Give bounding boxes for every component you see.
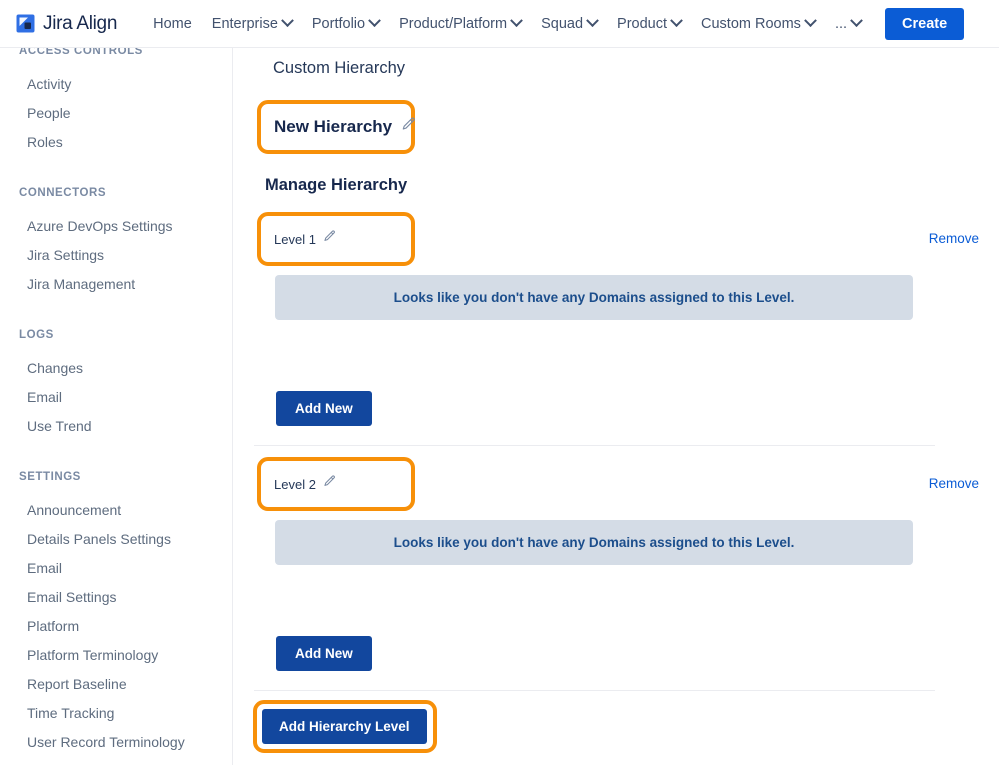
sidebar-item-email-log[interactable]: Email <box>0 383 232 412</box>
hierarchy-level-row: Level 1 Remove <box>234 212 999 266</box>
chevron-down-icon <box>670 14 683 28</box>
sidebar-item-people[interactable]: People <box>0 99 232 128</box>
sidebar-item-email-settings[interactable]: Email Settings <box>0 583 232 612</box>
nav-item-home[interactable]: Home <box>143 10 202 38</box>
section-divider <box>254 690 935 691</box>
nav-item-portfolio[interactable]: Portfolio <box>302 10 389 38</box>
chevron-down-icon <box>804 14 817 28</box>
level-name-field-1[interactable]: Level 1 <box>257 212 415 266</box>
hierarchy-name-field[interactable]: New Hierarchy <box>257 100 415 154</box>
custom-hierarchy-page: Custom Hierarchy New Hierarchy Manage Hi… <box>234 48 999 765</box>
sidebar-group-settings: SETTINGS <box>19 471 81 483</box>
add-hierarchy-level-highlight: Add Hierarchy Level <box>253 700 999 753</box>
sidebar-item-user-record-terminology[interactable]: User Record Terminology <box>0 728 232 757</box>
pencil-icon[interactable] <box>401 117 416 137</box>
top-navigation-bar: Jira Align Home Enterprise Portfolio Pro… <box>0 0 999 48</box>
sidebar-item-time-tracking[interactable]: Time Tracking <box>0 699 232 728</box>
remove-level-link-1[interactable]: Remove <box>929 231 979 246</box>
create-button[interactable]: Create <box>885 7 965 40</box>
nav-item-label: ... <box>834 15 848 32</box>
sidebar-group-connectors: CONNECTORS <box>19 187 107 199</box>
add-new-domain-button-2[interactable]: Add New <box>276 636 372 671</box>
sidebar-item-platform-terminology[interactable]: Platform Terminology <box>0 641 232 670</box>
pencil-icon[interactable] <box>323 475 336 493</box>
chevron-down-icon <box>586 14 599 28</box>
add-hierarchy-level-button[interactable]: Add Hierarchy Level <box>262 709 427 744</box>
level-name-label: Level 2 <box>274 476 316 492</box>
nav-item-label: Product <box>617 15 668 32</box>
sidebar-group-access-controls: ACCESS CONTROLS <box>19 48 143 57</box>
empty-domains-message-1: Looks like you don't have any Domains as… <box>275 275 913 320</box>
nav-item-label: Product/Platform <box>399 15 508 32</box>
brand-logo[interactable]: Jira Align <box>16 13 117 35</box>
nav-item-custom-rooms[interactable]: Custom Rooms <box>691 10 825 38</box>
sidebar-item-announcement[interactable]: Announcement <box>0 496 232 525</box>
nav-item-product-platform[interactable]: Product/Platform <box>389 10 531 38</box>
sidebar-item-roles[interactable]: Roles <box>0 128 232 157</box>
pencil-icon[interactable] <box>323 230 336 248</box>
sidebar-item-changes[interactable]: Changes <box>0 354 232 383</box>
level-1-highlight: Level 1 <box>257 212 999 266</box>
nav-item-label: Enterprise <box>211 15 278 32</box>
nav-item-label: Squad <box>541 15 584 32</box>
sidebar-item-email[interactable]: Email <box>0 554 232 583</box>
sidebar-group-logs: LOGS <box>19 329 54 341</box>
jira-align-logo-icon <box>16 14 35 33</box>
nav-item-label: Portfolio <box>311 15 366 32</box>
hierarchy-level-row: Level 2 Remove <box>234 457 999 511</box>
nav-item-overflow-menu[interactable]: ... <box>825 10 871 38</box>
hierarchy-name-label: New Hierarchy <box>274 117 393 136</box>
manage-hierarchy-heading: Manage Hierarchy <box>265 176 408 194</box>
nav-item-enterprise[interactable]: Enterprise <box>202 10 302 38</box>
chevron-down-icon <box>850 14 863 28</box>
remove-level-link-2[interactable]: Remove <box>929 476 979 491</box>
chevron-down-icon <box>281 14 294 28</box>
chevron-down-icon <box>510 14 523 28</box>
empty-domains-message-2: Looks like you don't have any Domains as… <box>275 520 913 565</box>
sidebar-item-jira-management[interactable]: Jira Management <box>0 270 232 299</box>
chevron-down-icon <box>368 14 381 28</box>
brand-name: Jira Align <box>43 12 118 34</box>
add-hierarchy-level-frame: Add Hierarchy Level <box>253 700 437 753</box>
page-title: Custom Hierarchy <box>273 59 406 77</box>
section-divider <box>254 445 935 446</box>
sidebar-item-report-baseline[interactable]: Report Baseline <box>0 670 232 699</box>
nav-item-product[interactable]: Product <box>607 10 691 38</box>
level-name-field-2[interactable]: Level 2 <box>257 457 415 511</box>
add-new-domain-button-1[interactable]: Add New <box>276 391 372 426</box>
level-name-label: Level 1 <box>274 231 316 247</box>
nav-item-label: Custom Rooms <box>701 15 801 32</box>
sidebar-item-activity[interactable]: Activity <box>0 70 232 99</box>
sidebar-item-platform[interactable]: Platform <box>0 612 232 641</box>
sidebar-item-jira-settings[interactable]: Jira Settings <box>0 241 232 270</box>
level-2-highlight: Level 2 <box>257 457 999 511</box>
settings-sidebar[interactable]: ACCESS CONTROLS Activity People Roles CO… <box>0 48 233 765</box>
nav-item-label: Home <box>153 15 192 32</box>
new-hierarchy-highlight: New Hierarchy <box>257 100 999 154</box>
nav-item-squad[interactable]: Squad <box>531 10 607 38</box>
sidebar-item-details-panels-settings[interactable]: Details Panels Settings <box>0 525 232 554</box>
sidebar-item-azure-devops-settings[interactable]: Azure DevOps Settings <box>0 212 232 241</box>
sidebar-item-use-trend[interactable]: Use Trend <box>0 412 232 441</box>
